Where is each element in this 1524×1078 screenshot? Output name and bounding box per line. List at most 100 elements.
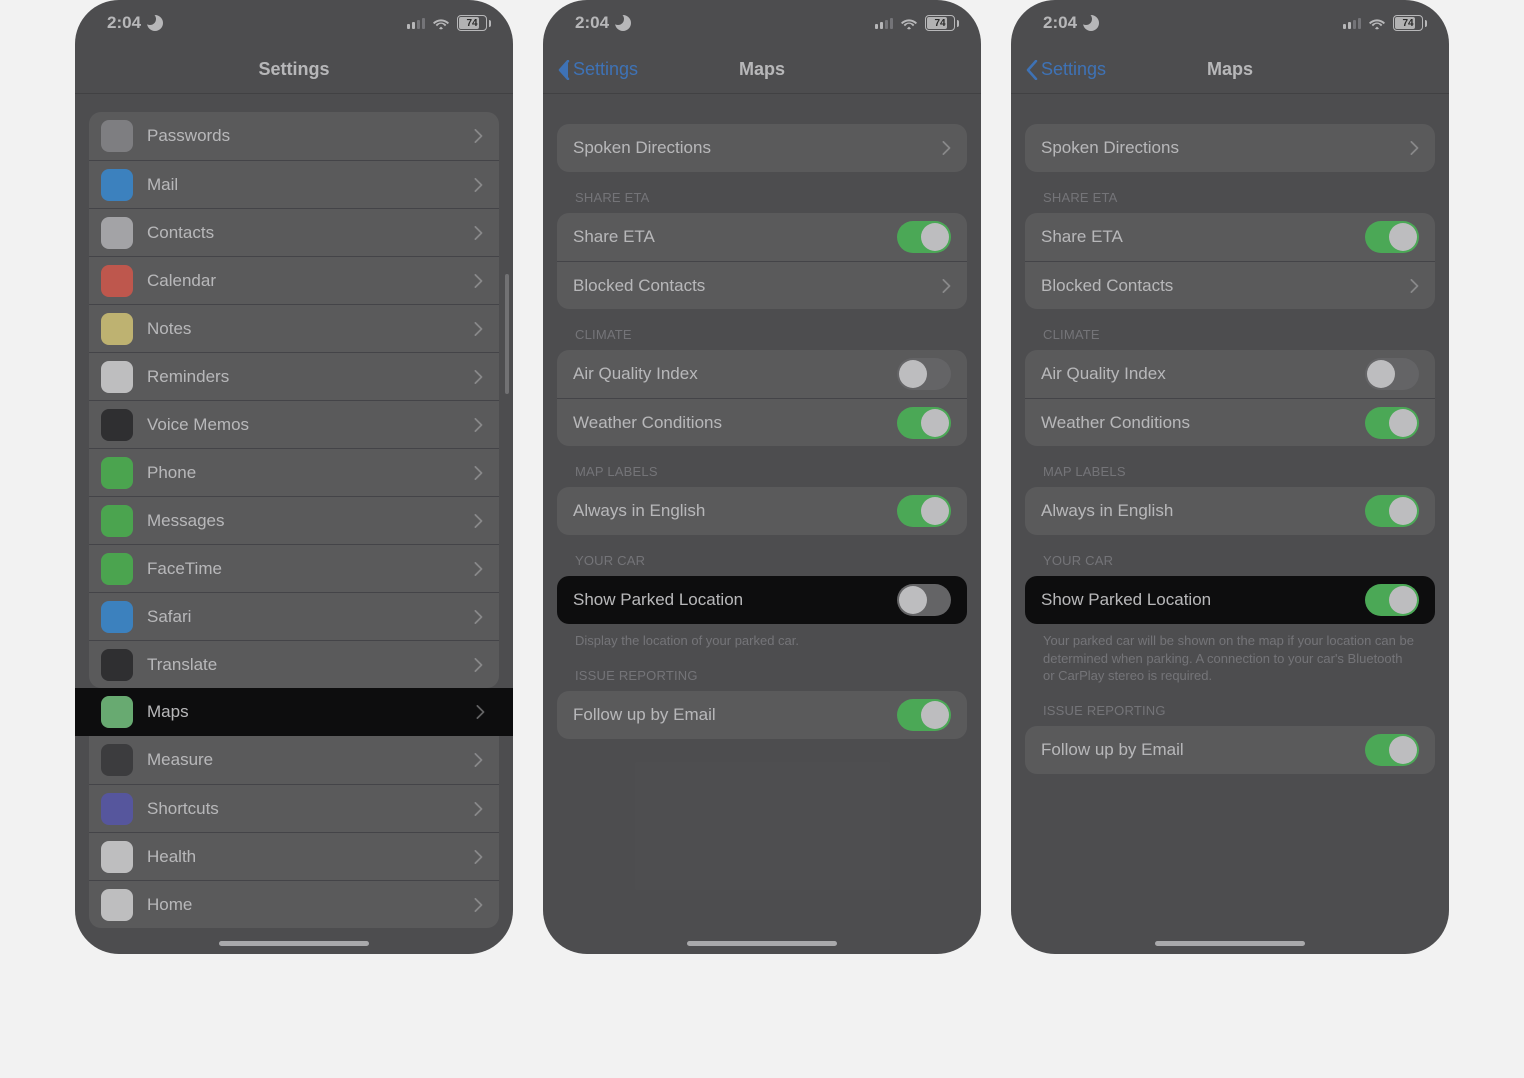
settings-row-measure[interactable]: Measure bbox=[89, 736, 499, 784]
cell-label: Follow up by Email bbox=[573, 705, 883, 725]
always-english-row[interactable]: Always in English bbox=[1025, 487, 1435, 535]
settings-row-label: Safari bbox=[147, 607, 459, 627]
spoken-directions-row[interactable]: Spoken Directions bbox=[1025, 124, 1435, 172]
nav-bar: Settings Maps bbox=[1011, 46, 1449, 94]
air-quality-row[interactable]: Air Quality Index bbox=[557, 350, 967, 398]
cell-label: Weather Conditions bbox=[573, 413, 883, 433]
share-eta-row[interactable]: Share ETA bbox=[557, 213, 967, 261]
page-title: Settings bbox=[258, 59, 329, 80]
settings-row-notes[interactable]: Notes bbox=[89, 304, 499, 352]
settings-row-label: Passwords bbox=[147, 126, 459, 146]
climate-group: Air Quality Index Weather Conditions bbox=[1025, 350, 1435, 446]
back-label: Settings bbox=[573, 59, 638, 80]
settings-row-maps[interactable]: Maps bbox=[75, 688, 513, 736]
reminders-icon bbox=[101, 361, 133, 393]
settings-row-home[interactable]: Home bbox=[89, 880, 499, 928]
weather-row[interactable]: Weather Conditions bbox=[1025, 398, 1435, 446]
cellular-bars-icon bbox=[1343, 17, 1361, 29]
settings-row-phone[interactable]: Phone bbox=[89, 448, 499, 496]
measure-icon bbox=[101, 744, 133, 776]
always-english-row[interactable]: Always in English bbox=[557, 487, 967, 535]
dnd-moon-icon bbox=[615, 15, 631, 31]
follow-up-email-row[interactable]: Follow up by Email bbox=[557, 691, 967, 739]
spoken-directions-group: Spoken Directions bbox=[1025, 124, 1435, 172]
back-button[interactable]: Settings bbox=[1025, 59, 1106, 80]
settings-row-health[interactable]: Health bbox=[89, 832, 499, 880]
home-indicator[interactable] bbox=[687, 941, 837, 946]
spoken-directions-row[interactable]: Spoken Directions bbox=[557, 124, 967, 172]
toggle-switch[interactable] bbox=[897, 584, 951, 616]
section-header-share-eta: SHARE ETA bbox=[1011, 172, 1449, 213]
cell-label: Show Parked Location bbox=[1041, 590, 1351, 610]
phone-icon bbox=[101, 457, 133, 489]
home-indicator[interactable] bbox=[1155, 941, 1305, 946]
show-parked-location-row[interactable]: Show Parked Location bbox=[557, 576, 967, 624]
blocked-contacts-row[interactable]: Blocked Contacts bbox=[1025, 261, 1435, 309]
settings-row-facetime[interactable]: FaceTime bbox=[89, 544, 499, 592]
wifi-icon bbox=[432, 16, 450, 30]
settings-row-label: Home bbox=[147, 895, 459, 915]
toggle-switch[interactable] bbox=[1365, 221, 1419, 253]
settings-row-label: Health bbox=[147, 847, 459, 867]
settings-row-reminders[interactable]: Reminders bbox=[89, 352, 499, 400]
toggle-switch[interactable] bbox=[897, 699, 951, 731]
cell-label: Share ETA bbox=[573, 227, 883, 247]
settings-row-label: Phone bbox=[147, 463, 459, 483]
settings-row-shortcuts[interactable]: Shortcuts bbox=[89, 784, 499, 832]
screenshot-settings-list: 2:04 74 Settings Passwords Mail Contacts bbox=[75, 0, 513, 954]
wifi-icon bbox=[900, 16, 918, 30]
section-header-map-labels: MAP LABELS bbox=[1011, 446, 1449, 487]
dnd-moon-icon bbox=[147, 15, 163, 31]
settings-row-safari[interactable]: Safari bbox=[89, 592, 499, 640]
shortcuts-icon bbox=[101, 793, 133, 825]
your-car-group: Show Parked Location bbox=[1025, 576, 1435, 624]
toggle-switch[interactable] bbox=[1365, 358, 1419, 390]
settings-row-label: Shortcuts bbox=[147, 799, 459, 819]
home-icon bbox=[101, 889, 133, 921]
weather-row[interactable]: Weather Conditions bbox=[557, 398, 967, 446]
status-bar: 2:04 74 bbox=[75, 0, 513, 46]
toggle-switch[interactable] bbox=[1365, 734, 1419, 766]
blocked-contacts-row[interactable]: Blocked Contacts bbox=[557, 261, 967, 309]
cell-label: Show Parked Location bbox=[573, 590, 883, 610]
toggle-switch[interactable] bbox=[897, 495, 951, 527]
settings-row-translate[interactable]: Translate bbox=[89, 640, 499, 688]
share-eta-group: Share ETA Blocked Contacts bbox=[1025, 213, 1435, 309]
toggle-switch[interactable] bbox=[1365, 407, 1419, 439]
air-quality-row[interactable]: Air Quality Index bbox=[1025, 350, 1435, 398]
page-title: Maps bbox=[1207, 59, 1253, 80]
settings-row-contacts[interactable]: Contacts bbox=[89, 208, 499, 256]
battery-icon: 74 bbox=[925, 15, 959, 31]
settings-row-label: Mail bbox=[147, 175, 459, 195]
scroll-indicator[interactable] bbox=[505, 274, 509, 394]
toggle-switch[interactable] bbox=[897, 221, 951, 253]
settings-row-voice memos[interactable]: Voice Memos bbox=[89, 400, 499, 448]
contacts-icon bbox=[101, 217, 133, 249]
show-parked-location-row[interactable]: Show Parked Location bbox=[1025, 576, 1435, 624]
cell-label: Follow up by Email bbox=[1041, 740, 1351, 760]
back-button[interactable]: Settings bbox=[557, 59, 638, 80]
share-eta-row[interactable]: Share ETA bbox=[1025, 213, 1435, 261]
toggle-switch[interactable] bbox=[897, 358, 951, 390]
cell-label: Share ETA bbox=[1041, 227, 1351, 247]
parked-location-footer: Display the location of your parked car. bbox=[543, 624, 981, 650]
section-header-climate: CLIMATE bbox=[1011, 309, 1449, 350]
messages-icon bbox=[101, 505, 133, 537]
section-header-your-car: YOUR CAR bbox=[543, 535, 981, 576]
settings-row-calendar[interactable]: Calendar bbox=[89, 256, 499, 304]
status-bar: 2:04 74 bbox=[543, 0, 981, 46]
toggle-switch[interactable] bbox=[897, 407, 951, 439]
settings-row-messages[interactable]: Messages bbox=[89, 496, 499, 544]
settings-row-mail[interactable]: Mail bbox=[89, 160, 499, 208]
home-indicator[interactable] bbox=[219, 941, 369, 946]
settings-row-label: Contacts bbox=[147, 223, 459, 243]
follow-up-email-row[interactable]: Follow up by Email bbox=[1025, 726, 1435, 774]
settings-row-label: Maps bbox=[147, 702, 461, 722]
chevron-left-icon bbox=[1025, 60, 1039, 80]
toggle-switch[interactable] bbox=[1365, 495, 1419, 527]
settings-group: Passwords Mail Contacts Calendar Notes R… bbox=[89, 112, 499, 688]
nav-bar: Settings Maps bbox=[543, 46, 981, 94]
toggle-switch[interactable] bbox=[1365, 584, 1419, 616]
chevron-left-icon bbox=[557, 60, 571, 80]
settings-row-passwords[interactable]: Passwords bbox=[89, 112, 499, 160]
